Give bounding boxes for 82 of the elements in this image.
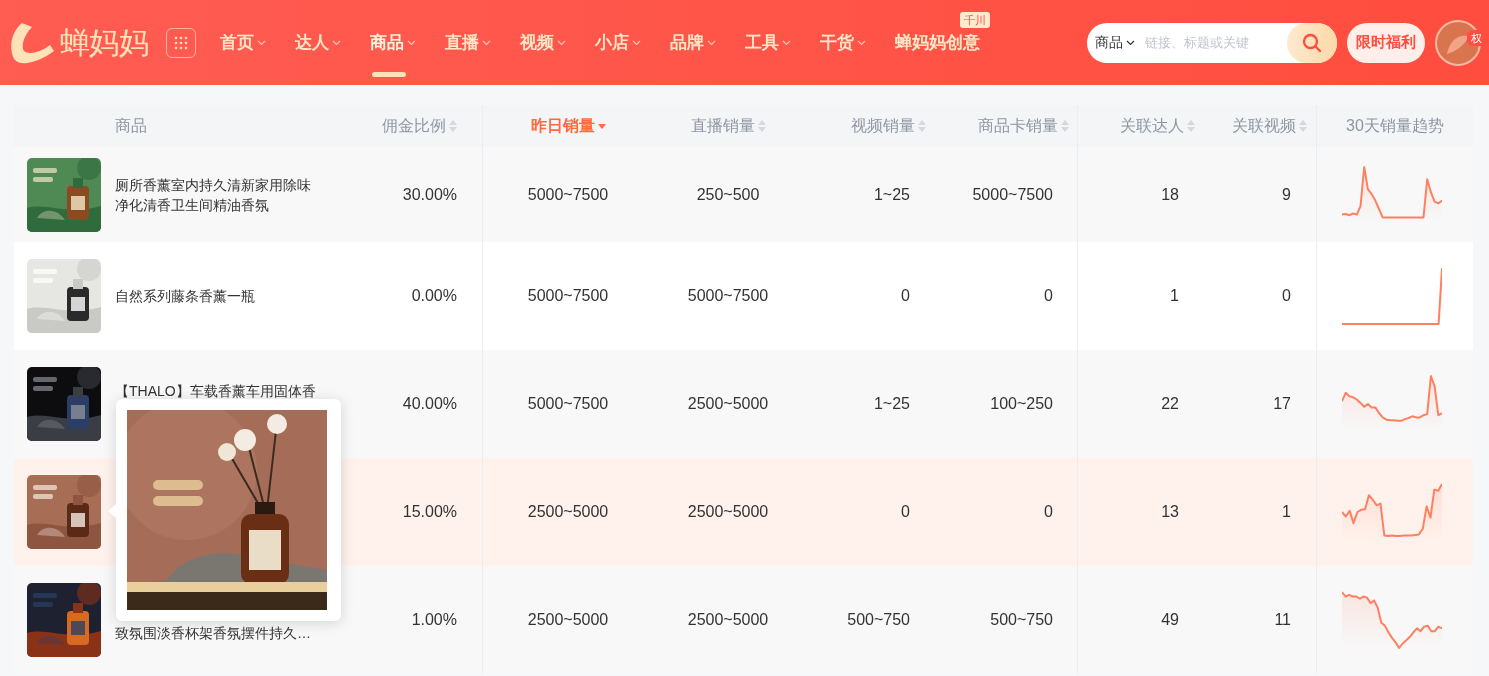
table-cell-text: 2500~5000 <box>687 502 769 522</box>
search-field[interactable]: 商品 链接、标题或关键 <box>1087 22 1337 63</box>
table-cell-text: 2500~5000 <box>687 394 769 414</box>
product-title-line[interactable]: 厕所香薰室内持久清新家用除味 <box>115 174 311 195</box>
nav-tab[interactable]: 商品 <box>369 30 416 55</box>
table-cell-text: 0 <box>1044 502 1053 522</box>
sortable-column-header[interactable]: 昨日销量 <box>530 114 606 138</box>
table-cell-text: 500~750 <box>990 610 1053 630</box>
nav-tab[interactable]: 工具 <box>744 30 791 55</box>
table-cell-text: 40.00% <box>402 394 457 414</box>
table-cell-text: 0 <box>901 502 910 522</box>
table-cell-text: 1 <box>1282 502 1291 522</box>
table-cell-text: 13 <box>1161 502 1179 522</box>
nav-tab[interactable]: 视频 <box>519 30 566 55</box>
product-title-line[interactable]: 致氛围淡香杯架香氛摆件持久… <box>115 623 311 643</box>
sort-icon <box>1187 119 1195 133</box>
table-cell-text: 1~25 <box>873 394 910 414</box>
sort-icon <box>449 119 457 133</box>
table-cell-text: 30.00% <box>402 184 457 205</box>
table-cell-text: 0 <box>1282 286 1291 306</box>
sortable-column-header[interactable]: 直播销量 <box>690 114 766 138</box>
table-cell-text: 2500~5000 <box>527 502 609 522</box>
table-cell-text: 11 <box>1274 610 1291 630</box>
product-title-line[interactable]: 净化清香卫生间精油香氛 <box>115 194 311 215</box>
table-cell-text: 22 <box>1161 394 1179 414</box>
product-title-line[interactable]: 自然系列藤条香薰一瓶 <box>115 286 255 306</box>
table-cell-text: 1~25 <box>873 184 910 205</box>
sortable-column-header[interactable]: 视频销量 <box>851 114 926 138</box>
column-header: 商品 <box>115 116 147 136</box>
table-cell-text: 0 <box>901 286 910 306</box>
table-cell-text: 0 <box>1044 286 1053 306</box>
sortable-column-header[interactable]: 商品卡销量 <box>978 114 1069 138</box>
column-header: 30天销量趋势 <box>1346 116 1444 136</box>
search-button[interactable] <box>1287 22 1337 63</box>
table-cell-text: 2500~5000 <box>527 610 609 630</box>
nav-tab[interactable]: 直播 <box>444 30 491 55</box>
table-cell-text: 5000~7500 <box>527 286 609 306</box>
table-cell-text: 5000~7500 <box>527 394 609 414</box>
nav-tab[interactable]: 首页 <box>219 30 266 55</box>
sort-icon <box>757 119 766 133</box>
table-cell-text: 1 <box>1170 286 1179 306</box>
table-cell-text: 49 <box>1161 610 1179 630</box>
nav-tab[interactable]: 达人 <box>294 30 341 55</box>
limited-offer-button[interactable]: 限时福利 <box>1347 22 1425 63</box>
avatar[interactable] <box>1435 19 1481 66</box>
sortable-column-header[interactable]: 佣金比例 <box>382 114 457 138</box>
logo-text: 蝉妈妈 <box>60 25 148 61</box>
active-tab-indicator <box>371 72 406 77</box>
table-cell-text: 250~500 <box>696 184 760 205</box>
sort-icon <box>1299 119 1307 133</box>
search-icon <box>1302 32 1322 53</box>
table-cell-text: 100~250 <box>990 394 1053 414</box>
table-row[interactable]: 致氛围淡香杯架香氛摆件持久… 1.00% 2500~5000 2500~5000 500~750 500~750 49 11 <box>14 566 1473 674</box>
table-cell-text: 18 <box>1161 184 1179 205</box>
nav-tab[interactable]: 品牌 <box>669 30 716 55</box>
table-cell-text: 2500~5000 <box>687 610 769 630</box>
nav-tab[interactable]: 干货 <box>819 30 866 55</box>
search-scope-dropdown[interactable]: 商品 <box>1095 32 1135 53</box>
sort-desc-icon <box>597 122 606 130</box>
table-cell-text: 5000~7500 <box>972 184 1053 205</box>
table-row[interactable]: 【THALO】车载香薰车用固体香 40.00% 5000~7500 2500~5000 1~25 100~250 22 17 <box>14 350 1473 458</box>
sort-icon <box>1061 119 1069 133</box>
nav-tab[interactable]: 蝉妈妈创意 <box>894 30 980 55</box>
product-title-line[interactable]: 【THALO】车载香薰车用固体香 <box>115 381 316 401</box>
nav-badge: 千川 <box>959 12 990 28</box>
table-cell-text: 15.00% <box>402 502 457 522</box>
chevron-down-icon <box>1126 39 1135 46</box>
search-placeholder: 链接、标题或关键 <box>1145 33 1249 52</box>
nav-tab[interactable]: 小店 <box>594 30 641 55</box>
table-cell-text: 17 <box>1273 394 1291 414</box>
table-cell-text: 5000~7500 <box>687 286 769 306</box>
sortable-column-header[interactable]: 关联达人 <box>1120 114 1195 138</box>
app-grid-button[interactable] <box>165 27 196 58</box>
table-cell-text: 1.00% <box>411 610 457 630</box>
table-cell-text: 9 <box>1282 184 1291 205</box>
table-cell-text: 500~750 <box>847 610 910 630</box>
sortable-column-header[interactable]: 关联视频 <box>1232 114 1307 138</box>
sort-icon <box>918 119 926 133</box>
table-cell-text: 5000~7500 <box>527 184 609 205</box>
table-cell-text: 0.00% <box>411 286 457 306</box>
grid-icon <box>173 35 188 50</box>
table-row[interactable]: 厕所香薰室内持久清新家用除味 净化清香卫生间精油香氛 30.00% 5000~7500 250~500 1~25 5000~7500 18 9 <box>14 147 1473 242</box>
